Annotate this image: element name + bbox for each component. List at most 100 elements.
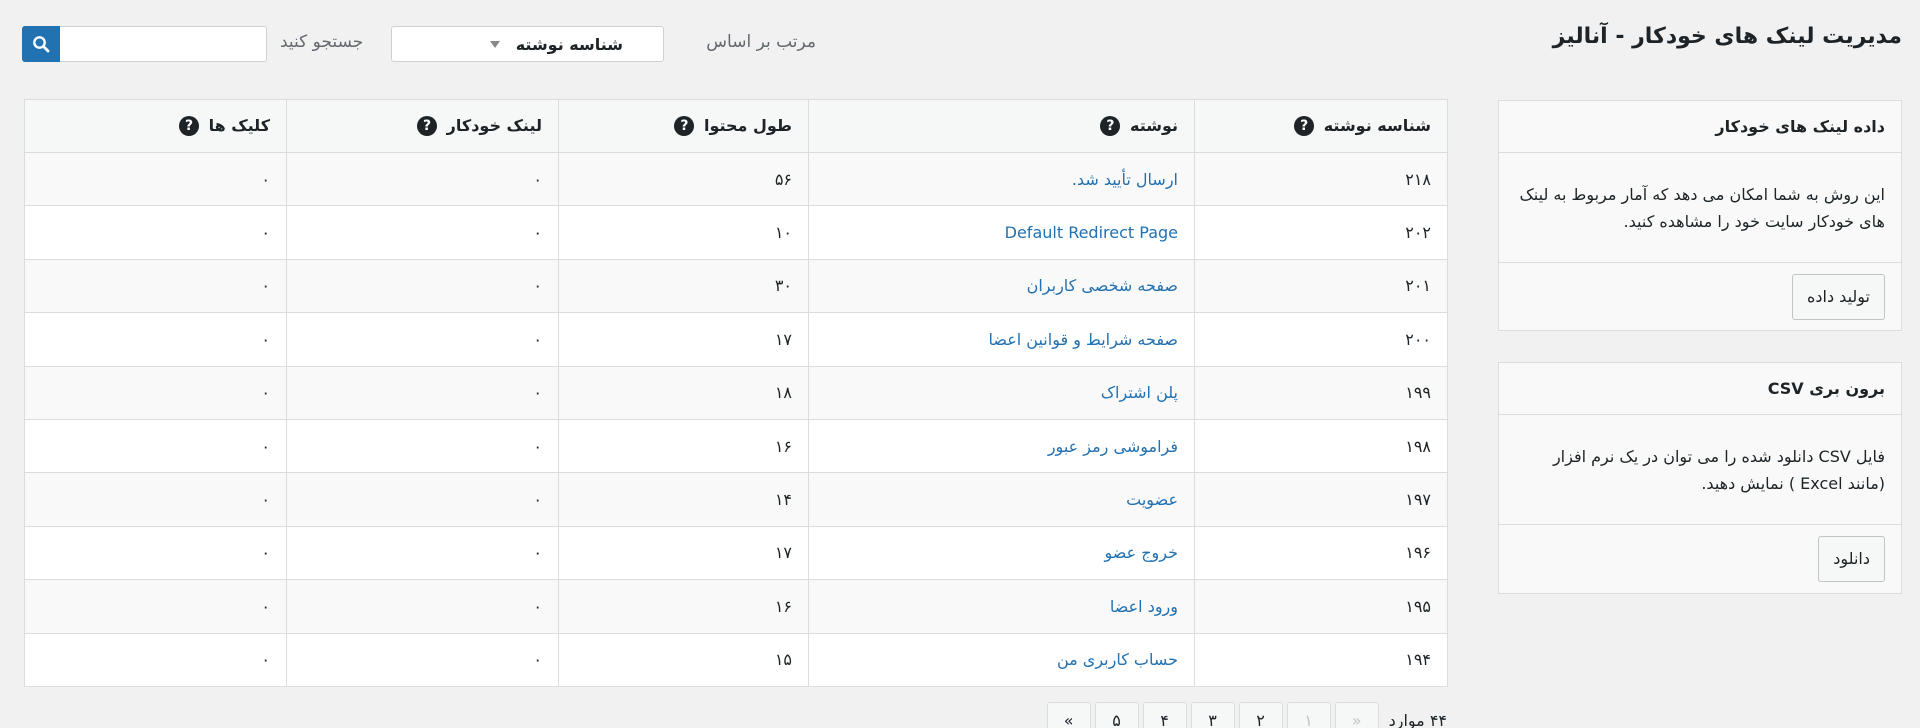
cell-post-title: Default Redirect Page — [808, 205, 1195, 260]
cell-post-title: ورود اعضا — [808, 579, 1195, 634]
cell-post-id: ۱۹۷ — [1194, 472, 1448, 527]
table-row: ۲۰۰ صفحه شرایط و قوانین اعضا ۱۷ ۰ ۰ — [24, 312, 1448, 367]
cell-clicks: ۰ — [24, 312, 287, 367]
csv-export-panel: برون بری CSV فایل CSV دانلود شده را می ت… — [1498, 362, 1902, 594]
post-link[interactable]: فراموشی رمز عبور — [1048, 437, 1178, 456]
cell-clicks: ۰ — [24, 152, 287, 207]
table-row: ۱۹۷ عضویت ۱۴ ۰ ۰ — [24, 472, 1448, 527]
autolinks-table: شناسه نوشته ? نوشته ? طول محتوا ? لینک خ… — [24, 99, 1448, 687]
prev-page-button[interactable]: « — [1334, 702, 1379, 728]
cell-content-length: ۱۰ — [558, 205, 809, 260]
cell-post-id: ۱۹۹ — [1194, 366, 1448, 420]
cell-autolinks: ۰ — [286, 205, 559, 260]
cell-content-length: ۵۶ — [558, 152, 809, 207]
cell-post-id: ۱۹۵ — [1194, 579, 1448, 634]
help-icon[interactable]: ? — [179, 116, 199, 137]
pagination: ۴۴ موارد « ۱ ۲ ۳ ۴ ۵ » — [1046, 702, 1447, 728]
page-title: مدیریت لینک های خودکار - آنالیز — [1552, 24, 1902, 49]
cell-post-id: ۱۹۶ — [1194, 526, 1448, 581]
cell-post-title: صفحه شخصی کاربران — [808, 259, 1195, 314]
column-header-autolinks[interactable]: لینک خودکار ? — [286, 99, 559, 153]
cell-clicks: ۰ — [24, 579, 287, 634]
panel-title: برون بری CSV — [1499, 363, 1901, 415]
cell-autolinks: ۰ — [286, 633, 559, 687]
cell-autolinks: ۰ — [286, 472, 559, 527]
cell-clicks: ۰ — [24, 419, 287, 474]
cell-content-length: ۱۶ — [558, 579, 809, 634]
panel-footer: تولید داده — [1499, 263, 1901, 330]
cell-post-id: ۲۰۱ — [1194, 259, 1448, 314]
cell-autolinks: ۰ — [286, 259, 559, 314]
help-icon[interactable]: ? — [1294, 116, 1315, 137]
cell-content-length: ۱۷ — [558, 526, 809, 581]
table-row: ۱۹۸ فراموشی رمز عبور ۱۶ ۰ ۰ — [24, 419, 1448, 474]
column-header-clicks[interactable]: کلیک ها ? — [24, 99, 287, 153]
page-button-5[interactable]: ۵ — [1094, 702, 1139, 728]
column-header-post-id[interactable]: شناسه نوشته ? — [1194, 99, 1448, 153]
table-row: ۲۰۱ صفحه شخصی کاربران ۳۰ ۰ ۰ — [24, 259, 1448, 314]
cell-clicks: ۰ — [24, 633, 287, 687]
cell-autolinks: ۰ — [286, 366, 559, 420]
cell-post-title: حساب کاربری من — [808, 633, 1195, 687]
download-button[interactable]: دانلود — [1818, 535, 1885, 582]
table-row: ۱۹۶ خروج عضو ۱۷ ۰ ۰ — [24, 526, 1448, 581]
table-row: ۲۱۸ ارسال تأیید شد. ۵۶ ۰ ۰ — [24, 152, 1448, 207]
search-button[interactable] — [22, 26, 60, 62]
cell-post-id: ۲۱۸ — [1194, 152, 1448, 207]
table-row: ۱۹۵ ورود اعضا ۱۶ ۰ ۰ — [24, 579, 1448, 634]
cell-autolinks: ۰ — [286, 526, 559, 581]
help-icon[interactable]: ? — [417, 116, 438, 137]
table-row: ۱۹۹ پلن اشتراک ۱۸ ۰ ۰ — [24, 366, 1448, 420]
chevron-down-icon — [489, 40, 500, 48]
cell-autolinks: ۰ — [286, 312, 559, 367]
items-count: ۴۴ موارد — [1388, 710, 1447, 728]
autolinks-analysis-page: مدیریت لینک های خودکار - آنالیز مرتب بر … — [0, 0, 1920, 728]
column-header-post[interactable]: نوشته ? — [808, 99, 1195, 153]
table-row: ۱۹۴ حساب کاربری من ۱۵ ۰ ۰ — [24, 633, 1448, 687]
cell-content-length: ۱۵ — [558, 633, 809, 687]
cell-post-id: ۱۹۸ — [1194, 419, 1448, 474]
post-link[interactable]: پلن اشتراک — [1101, 383, 1178, 402]
cell-content-length: ۳۰ — [558, 259, 809, 314]
sort-select[interactable]: شناسه نوشته — [391, 26, 664, 62]
help-icon[interactable]: ? — [1100, 116, 1121, 137]
post-link[interactable]: صفحه شخصی کاربران — [1027, 276, 1178, 295]
cell-post-title: صفحه شرایط و قوانین اعضا — [808, 312, 1195, 367]
post-link[interactable]: ورود اعضا — [1110, 597, 1178, 616]
page-button-3[interactable]: ۳ — [1190, 702, 1235, 728]
cell-clicks: ۰ — [24, 366, 287, 420]
table-row: ۲۰۲ Default Redirect Page ۱۰ ۰ ۰ — [24, 205, 1448, 260]
search-label: جستجو کنید — [280, 32, 364, 52]
cell-clicks: ۰ — [24, 472, 287, 527]
cell-autolinks: ۰ — [286, 419, 559, 474]
search-input[interactable] — [59, 26, 267, 62]
cell-clicks: ۰ — [24, 205, 287, 260]
panel-description: فایل CSV دانلود شده را می توان در یک نرم… — [1499, 415, 1901, 525]
search-icon — [33, 36, 50, 53]
post-link[interactable]: عضویت — [1126, 490, 1178, 509]
post-link[interactable]: Default Redirect Page — [1005, 223, 1178, 242]
post-link[interactable]: حساب کاربری من — [1057, 650, 1178, 669]
cell-post-id: ۲۰۰ — [1194, 312, 1448, 367]
next-page-button[interactable]: » — [1046, 702, 1091, 728]
cell-autolinks: ۰ — [286, 152, 559, 207]
cell-clicks: ۰ — [24, 526, 287, 581]
post-link[interactable]: ارسال تأیید شد. — [1072, 170, 1178, 189]
cell-post-title: فراموشی رمز عبور — [808, 419, 1195, 474]
sort-select-value: شناسه نوشته — [515, 34, 623, 54]
generate-data-button[interactable]: تولید داده — [1792, 273, 1885, 320]
cell-content-length: ۱۴ — [558, 472, 809, 527]
cell-content-length: ۱۸ — [558, 366, 809, 420]
column-header-content-length[interactable]: طول محتوا ? — [558, 99, 809, 153]
panel-title: داده لینک های خودکار — [1499, 101, 1901, 153]
cell-post-id: ۲۰۲ — [1194, 205, 1448, 260]
post-link[interactable]: صفحه شرایط و قوانین اعضا — [988, 330, 1178, 349]
page-button-2[interactable]: ۲ — [1238, 702, 1283, 728]
page-button-1[interactable]: ۱ — [1286, 702, 1331, 728]
post-link[interactable]: خروج عضو — [1104, 543, 1178, 562]
cell-post-title: ارسال تأیید شد. — [808, 152, 1195, 207]
cell-content-length: ۱۶ — [558, 419, 809, 474]
help-icon[interactable]: ? — [674, 116, 695, 137]
table-header-row: شناسه نوشته ? نوشته ? طول محتوا ? لینک خ… — [24, 99, 1448, 153]
page-button-4[interactable]: ۴ — [1142, 702, 1187, 728]
